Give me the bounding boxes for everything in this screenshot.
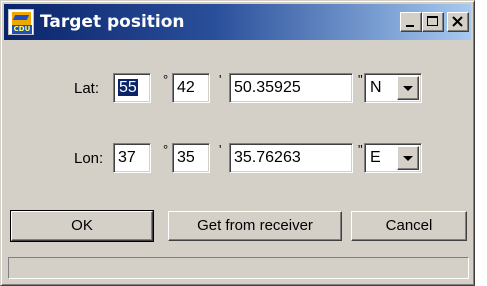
title-bar[interactable]: CDU Target position [4,4,471,40]
maximize-button[interactable] [422,12,444,32]
app-icon-flag [12,12,31,25]
maximize-icon [427,16,438,26]
status-bar [8,257,469,279]
lon-degrees-field[interactable]: 37 [113,143,151,173]
minimize-button[interactable] [400,12,422,32]
lon-hemisphere-value: E [370,149,381,166]
lat-degrees-field[interactable]: 55 [113,73,151,103]
window-title: Target position [40,12,185,32]
close-button[interactable] [447,12,469,32]
close-icon [452,16,463,27]
lat-minutes-field[interactable]: 42 [172,73,210,103]
lon-minute-symbol: ' [219,142,222,157]
lon-seconds-field[interactable]: 35.76263 [229,143,353,173]
lat-hemisphere-value: N [370,79,382,96]
lon-label: Lon: [74,150,104,167]
lat-seconds-field[interactable]: 50.35925 [229,73,353,103]
minimize-icon [406,25,414,27]
cancel-button[interactable]: Cancel [351,211,467,241]
app-icon-label: CDU [12,25,32,34]
lat-label: Lat: [74,80,100,97]
lat-minute-symbol: ' [219,72,222,87]
cdu-app-icon[interactable]: CDU [8,9,34,35]
lon-minutes-field[interactable]: 35 [172,143,210,173]
lat-hemisphere-select[interactable]: N [364,73,422,103]
get-from-receiver-button[interactable]: Get from receiver [168,211,342,241]
chevron-down-icon[interactable] [397,76,419,100]
lon-degree-symbol: ° [163,142,169,157]
lat-second-symbol: " [358,72,363,87]
chevron-down-icon[interactable] [397,146,419,170]
lat-degrees-value: 55 [118,79,138,96]
lon-second-symbol: " [358,142,363,157]
lon-hemisphere-select[interactable]: E [364,143,422,173]
target-position-dialog: CDU Target position Lat: 55 ° 42 ' 50.35… [0,0,475,286]
ok-button[interactable]: OK [10,210,154,242]
lat-degree-symbol: ° [163,72,169,87]
